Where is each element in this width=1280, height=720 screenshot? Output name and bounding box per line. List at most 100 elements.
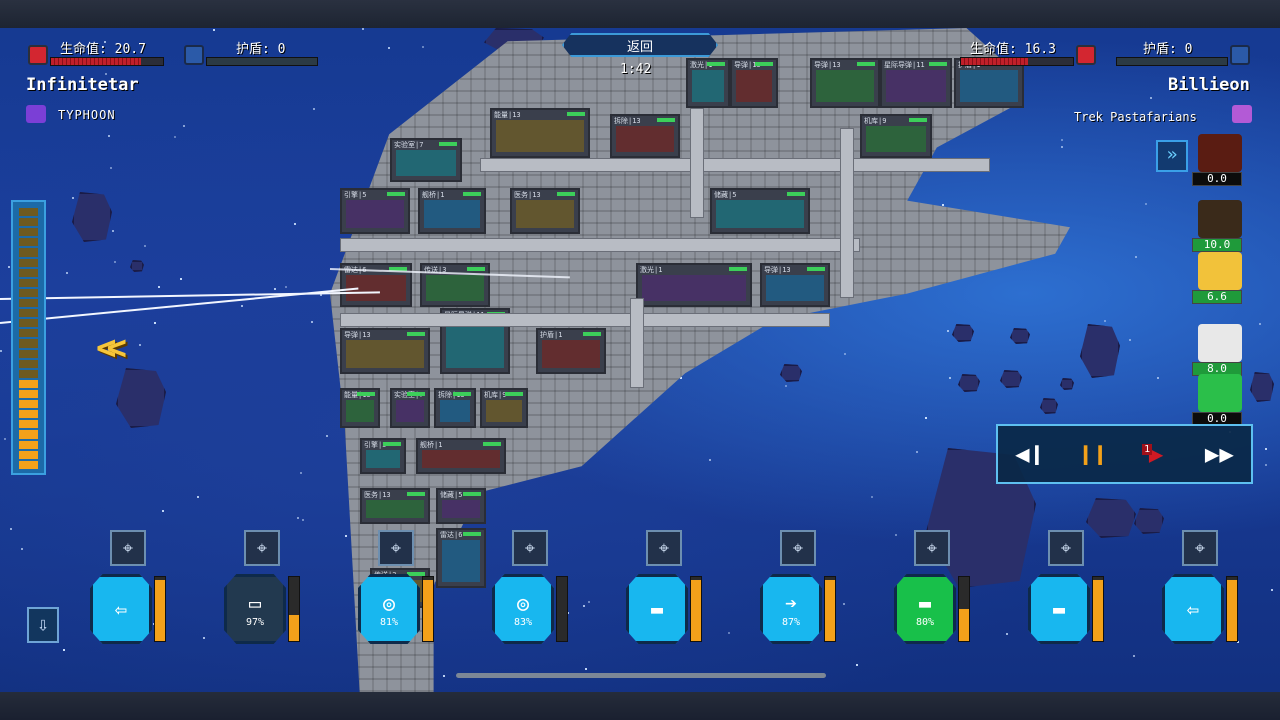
download-icon[interactable]: ⇩: [27, 607, 59, 643]
ship-room[interactable]: 导弹|13: [730, 58, 778, 108]
crew-skip-button[interactable]: »: [1156, 140, 1188, 172]
weapon-module[interactable]: ⇦: [90, 574, 166, 644]
room-interior: [442, 540, 480, 582]
module-power-gauge: [690, 576, 702, 642]
room-interior: [346, 200, 404, 228]
ship-room[interactable]: 导弹|13: [340, 328, 430, 374]
star: [1265, 464, 1267, 466]
ship-room[interactable]: 激光|1: [686, 58, 730, 108]
room-interior: [716, 200, 804, 228]
crew-portrait: [1198, 252, 1242, 290]
ship-room[interactable]: 引擎|5: [360, 438, 406, 474]
target-crosshair-icon[interactable]: ⌖: [914, 530, 950, 566]
weapon-module[interactable]: ▬ 80%: [894, 574, 970, 644]
ship-room[interactable]: 导弹|13: [760, 263, 830, 307]
ship-room[interactable]: 实验室|7: [390, 138, 462, 182]
module-button[interactable]: ◎ 81%: [358, 574, 420, 644]
crew-member[interactable]: 6.6: [1192, 252, 1246, 304]
ship-room[interactable]: 引擎|5: [340, 188, 410, 234]
power-cell: [19, 218, 38, 227]
weapon-module[interactable]: ➔ 87%: [760, 574, 836, 644]
player-shield-label: 护盾: 0: [236, 42, 286, 57]
module-charge-percent: 81%: [379, 616, 399, 628]
ship-room[interactable]: 传送|3: [420, 263, 490, 307]
target-crosshair-icon[interactable]: ⌖: [1048, 530, 1084, 566]
target-crosshair-icon[interactable]: ⌖: [512, 530, 548, 566]
letterbox-bottom: [0, 692, 1280, 720]
ship-room[interactable]: 实验室|7: [390, 388, 430, 428]
retreat-arrows-icon[interactable]: <<: [96, 328, 127, 368]
ship-room[interactable]: 导弹|13: [810, 58, 880, 108]
ship-corridor: [630, 298, 644, 388]
ship-room[interactable]: 机库|9: [480, 388, 528, 428]
module-button[interactable]: ⇦: [1162, 574, 1224, 644]
star: [114, 261, 116, 263]
ship-corridor: [840, 128, 854, 298]
room-health-bar: [909, 118, 927, 122]
room-health-bar: [463, 492, 481, 496]
star: [241, 305, 243, 307]
module-button[interactable]: ▬ 80%: [894, 574, 956, 644]
ship-room[interactable]: 储藏|5: [710, 188, 810, 234]
rewind-icon[interactable]: ◀❙: [1010, 436, 1050, 472]
room-health-bar: [463, 192, 481, 196]
module-button[interactable]: ◎ 83%: [492, 574, 554, 644]
module-power-fill: [155, 580, 165, 641]
weapon-module[interactable]: ▬: [1028, 574, 1104, 644]
ship-room[interactable]: 舰桥|1: [418, 188, 486, 234]
star: [274, 288, 276, 290]
star: [162, 510, 164, 512]
ship-room[interactable]: 雷达|6: [436, 528, 486, 588]
target-crosshair-icon[interactable]: ⌖: [780, 530, 816, 566]
weapon-module[interactable]: ▭ 97%: [224, 574, 300, 644]
ship-room[interactable]: 储藏|5: [436, 488, 486, 524]
weapon-module[interactable]: ▬: [626, 574, 702, 644]
ship-room[interactable]: 机库|9: [860, 114, 932, 158]
room-interior: [642, 275, 746, 301]
ship-room[interactable]: 舰桥|1: [416, 438, 506, 474]
crew-member[interactable]: 0.0: [1192, 134, 1246, 186]
ship-room[interactable]: 能量|13: [490, 108, 590, 158]
crew-member[interactable]: 8.0: [1192, 324, 1246, 376]
ship-corridor: [340, 238, 860, 252]
ship-room[interactable]: 激光|1: [636, 263, 752, 307]
module-power-gauge: [1092, 576, 1104, 642]
power-cell: [19, 349, 38, 358]
module-power-fill: [1227, 580, 1237, 641]
weapon-module[interactable]: ◎ 83%: [492, 574, 568, 644]
module-button[interactable]: ⇦: [90, 574, 152, 644]
ship-room[interactable]: 拆除|13: [434, 388, 476, 428]
room-interior: [616, 126, 674, 152]
asteroid: [1080, 324, 1120, 378]
weapon-module[interactable]: ◎ 81%: [358, 574, 434, 644]
weapon-module[interactable]: ⇦: [1162, 574, 1238, 644]
ship-room[interactable]: 能量|13: [340, 388, 380, 428]
crew-member[interactable]: 10.0: [1192, 200, 1246, 252]
room-interior: [426, 275, 484, 301]
ship-room[interactable]: 拆除|13: [610, 114, 680, 158]
power-cell: [19, 379, 38, 388]
target-crosshair-icon[interactable]: ⌖: [244, 530, 280, 566]
fast-forward-icon[interactable]: ▶▶: [1199, 436, 1239, 472]
module-button[interactable]: ▬: [626, 574, 688, 644]
target-crosshair-icon[interactable]: ⌖: [1182, 530, 1218, 566]
star: [139, 344, 141, 346]
ship-room[interactable]: 星际导弹|11: [880, 58, 952, 108]
ship-room[interactable]: 医务|13: [360, 488, 430, 524]
room-health-bar: [407, 392, 425, 396]
module-button[interactable]: ▬: [1028, 574, 1090, 644]
ship-room[interactable]: 护盾|1: [536, 328, 606, 374]
player-heart-icon: [28, 45, 48, 65]
star: [63, 649, 65, 651]
target-crosshair-icon[interactable]: ⌖: [646, 530, 682, 566]
star: [1129, 339, 1131, 341]
target-crosshair-icon[interactable]: ⌖: [110, 530, 146, 566]
module-button[interactable]: ➔ 87%: [760, 574, 822, 644]
crew-member[interactable]: 0.0: [1192, 374, 1246, 426]
pause-icon[interactable]: ❙❙: [1073, 436, 1113, 472]
play-speed-button[interactable]: ▶ 1: [1136, 436, 1176, 472]
target-crosshair-icon[interactable]: ⌖: [378, 530, 414, 566]
ship-room[interactable]: 医务|13: [510, 188, 580, 234]
module-button[interactable]: ▭ 97%: [224, 574, 286, 644]
back-button[interactable]: 返回: [562, 33, 718, 57]
